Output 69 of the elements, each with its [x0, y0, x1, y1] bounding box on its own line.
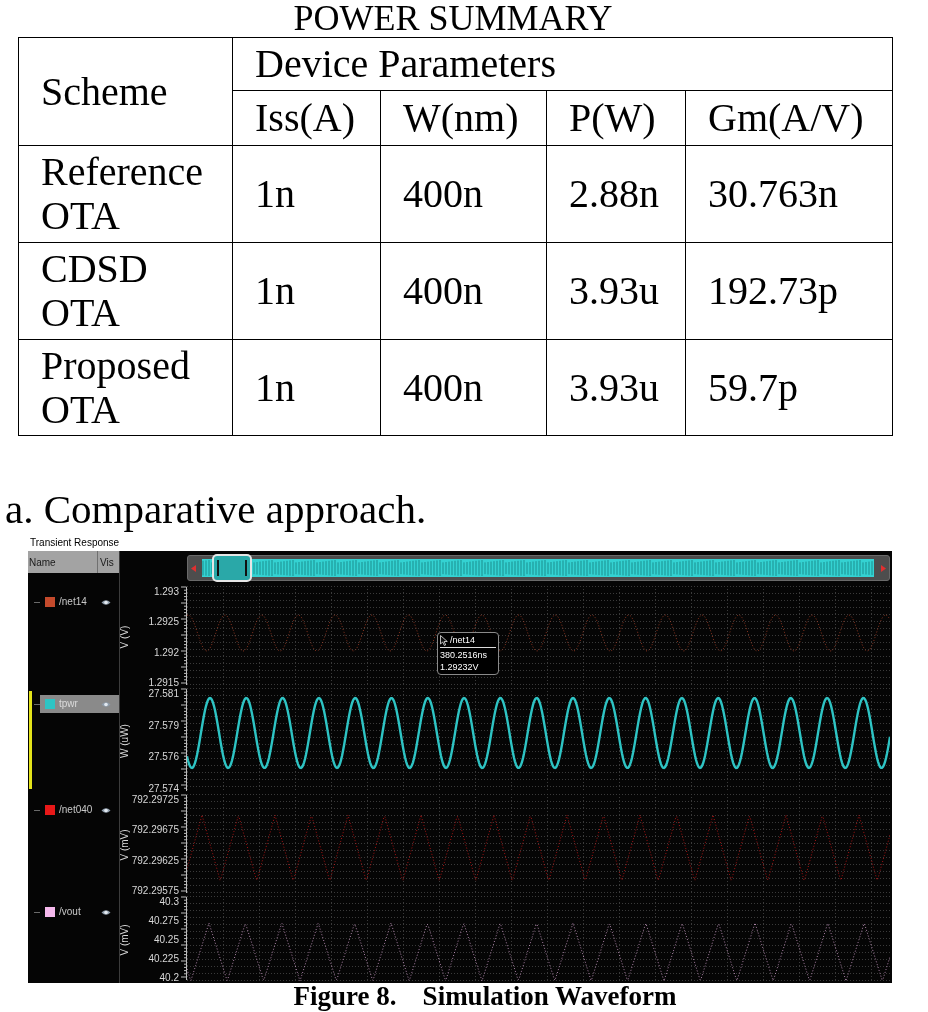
axis-tick-label: 1.293	[153, 586, 179, 597]
axis-title: V (mV)	[120, 829, 130, 861]
axis-tick-label: 1.292	[153, 646, 179, 658]
axis-tick-label: 40.3	[159, 896, 179, 907]
table-cell: 3.93u	[546, 242, 686, 340]
readout-value: 1.29232V	[440, 661, 480, 673]
table-cell: 400n	[380, 145, 547, 243]
column-header: Iss(A)	[232, 90, 381, 146]
column-header: Gm(A/V)	[685, 90, 893, 146]
axis-tick-label: 40.275	[148, 915, 179, 926]
row-header: CDSD OTA	[18, 242, 233, 340]
signal-name: /net14	[59, 596, 87, 608]
signal-list-item[interactable]: /vout	[40, 903, 119, 921]
eye-icon[interactable]	[101, 908, 111, 916]
axis-tick-label: 27.581	[148, 688, 179, 699]
readout-time: 380.2516ns	[440, 649, 489, 661]
axis-title: V (mV)	[120, 923, 130, 956]
table-cell: 30.763n	[685, 145, 893, 243]
overview-bar[interactable]	[187, 555, 890, 581]
column-header: Device Parameters	[232, 37, 893, 91]
figure-number: Figure 8.	[293, 983, 397, 1010]
axis-tick-label: 1.2925	[148, 616, 179, 628]
eye-icon[interactable]	[101, 806, 111, 814]
tree-connector	[34, 809, 40, 811]
table-title: POWER SUMMARY	[293, 0, 614, 37]
axis-tick-label: 40.225	[148, 953, 179, 964]
table-cell: 400n	[380, 339, 547, 436]
signal-name: /net040	[59, 804, 93, 816]
row-header: Proposed OTA	[18, 339, 233, 436]
zoom-handle[interactable]	[212, 554, 252, 582]
tree-connector	[34, 703, 40, 705]
caption: a. Comparative approach.	[5, 486, 427, 532]
readout-signal: /net14	[450, 634, 476, 646]
column-header: P(W)	[546, 90, 686, 146]
axis-tick-label: 792.29725	[131, 794, 179, 805]
axis-tick-label: 40.2	[159, 972, 179, 983]
table-cell: 3.93u	[546, 339, 686, 436]
signal-name: /vout	[59, 906, 81, 918]
axis-tick-label: 792.29675	[131, 824, 179, 836]
row-header: Reference OTA	[18, 145, 233, 243]
signal-list-item[interactable]: /net14	[40, 593, 119, 611]
signal-list-item[interactable]: /net040	[40, 801, 119, 819]
tree-connector	[34, 601, 40, 603]
axis-title: V (V)	[120, 625, 130, 649]
figure-title: Simulation Waveform	[422, 983, 677, 1010]
table-cell: 2.88n	[546, 145, 686, 243]
column-header[interactable]: Name	[28, 551, 97, 573]
axis-tick-label: 27.576	[148, 751, 179, 763]
signal-name: tpwr	[59, 698, 78, 710]
axis-tick-label: 792.29625	[131, 854, 179, 866]
table-cell: 1n	[232, 339, 381, 436]
window-title: Transient Response	[30, 537, 120, 549]
axis-tick-label: 792.29575	[131, 885, 179, 896]
table-cell: 400n	[380, 242, 547, 340]
table-cell: 1n	[232, 145, 381, 243]
grip-icon	[214, 560, 250, 576]
column-header: W(nm)	[380, 90, 547, 146]
tree-connector	[34, 911, 40, 913]
eye-icon[interactable]	[101, 598, 111, 606]
column-header[interactable]: Vis	[98, 551, 114, 573]
table-cell: 59.7p	[685, 339, 893, 436]
axis-title: W (uW)	[120, 724, 130, 758]
axis-tick-label: 27.574	[148, 782, 179, 794]
column-header: Scheme	[18, 37, 233, 146]
table-cell: 192.73p	[685, 242, 893, 340]
axis-tick-label: 1.2915	[148, 677, 179, 688]
table-cell: 1n	[232, 242, 381, 340]
axis-tick-label: 27.579	[148, 719, 179, 731]
axis-tick-label: 40.25	[153, 934, 179, 945]
